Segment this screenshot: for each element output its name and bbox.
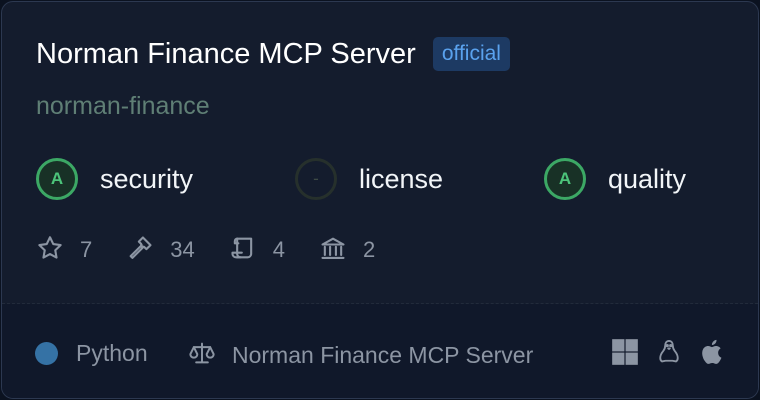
official-badge: official [432, 37, 510, 71]
license-score[interactable]: - license [295, 156, 443, 202]
license-name: Norman Finance MCP Server [232, 342, 534, 368]
title-row: Norman Finance MCP Server official [36, 36, 510, 72]
license-grade-badge: - [295, 158, 337, 200]
card-footer: Python Norman Finance MCP Server [2, 304, 758, 398]
security-label: security [100, 163, 194, 194]
star-icon [36, 234, 64, 267]
server-slug: norman-finance [36, 92, 210, 120]
license-info: Norman Finance MCP Server [188, 339, 533, 372]
language-color-dot [35, 342, 58, 365]
stats-row: 7 34 4 2 [36, 232, 409, 268]
stars-stat: 7 [36, 234, 92, 267]
linux-icon [655, 338, 683, 366]
institutions-stat: 2 [319, 234, 375, 267]
apple-icon [699, 338, 727, 366]
institutions-count: 2 [362, 237, 376, 262]
language-label: Python [76, 340, 148, 366]
language-info: Python [35, 340, 148, 367]
scrolls-stat: 4 [229, 234, 285, 267]
scroll-icon [229, 234, 257, 267]
score-row: A security - license A quality [36, 156, 736, 202]
tools-count: 34 [170, 237, 195, 262]
quality-score[interactable]: A quality [544, 156, 686, 202]
scrolls-count: 4 [272, 237, 285, 262]
server-title[interactable]: Norman Finance MCP Server [36, 36, 416, 72]
server-card[interactable]: Norman Finance MCP Server official norma… [1, 1, 759, 399]
security-score[interactable]: A security [36, 156, 193, 202]
hammer-icon [126, 234, 154, 267]
bank-icon [319, 234, 347, 267]
windows-icon [611, 338, 639, 366]
tools-stat: 34 [126, 234, 195, 267]
platform-icons [595, 338, 727, 366]
quality-grade-badge: A [544, 158, 586, 200]
scale-icon [188, 339, 216, 372]
license-label: license [359, 163, 444, 194]
security-grade-badge: A [36, 158, 78, 200]
stars-count: 7 [80, 237, 93, 262]
quality-label: quality [608, 163, 687, 194]
